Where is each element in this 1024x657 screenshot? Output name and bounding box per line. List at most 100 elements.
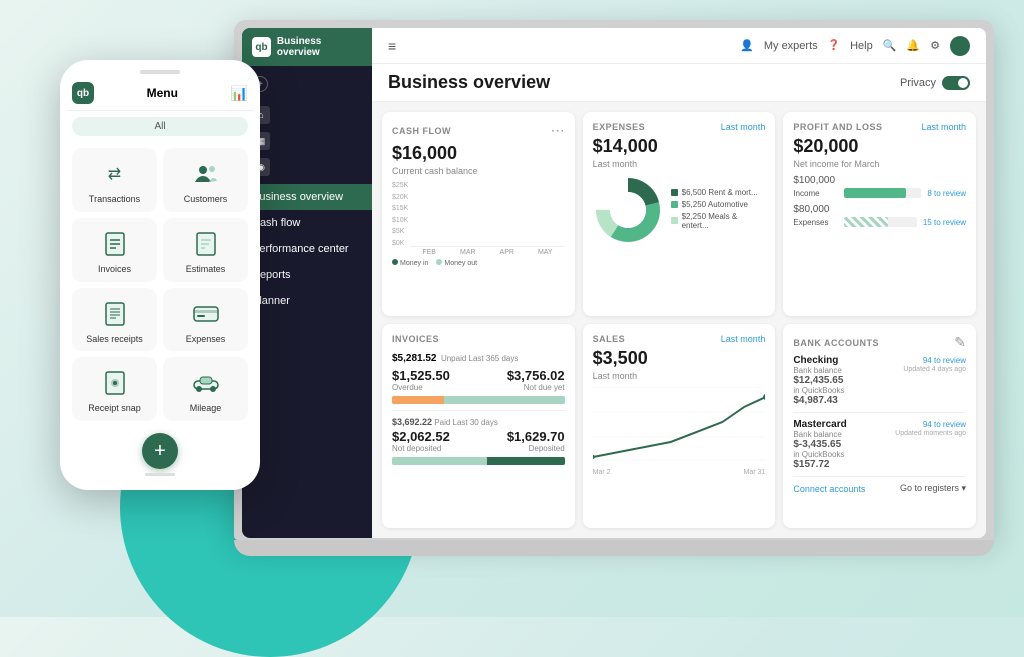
mastercard-qb-label: in QuickBooks xyxy=(793,450,844,459)
pnl-income-label: Income xyxy=(793,189,838,198)
hamburger-menu-icon[interactable]: ≡ xyxy=(388,38,396,54)
invoices-notdue-label: Not due yet xyxy=(507,383,565,392)
pnl-filter[interactable]: Last month xyxy=(921,122,966,132)
expenses-label: Expenses xyxy=(186,334,226,344)
customers-icon xyxy=(190,158,222,190)
phone-grid-invoices[interactable]: Invoices xyxy=(72,218,157,282)
pnl-expenses-review[interactable]: 15 to review xyxy=(923,218,966,227)
expenses-filter[interactable]: Last month xyxy=(721,122,766,132)
sidebar: qb Business overview + ⌂ ▦ ◉ Bu xyxy=(242,28,372,538)
pnl-income-fill xyxy=(844,188,906,198)
transactions-label: Transactions xyxy=(89,194,140,204)
transactions-icon: ⇄ xyxy=(99,158,131,190)
dashboard: CASH FLOW ⋯ $16,000 Current cash balance… xyxy=(372,102,986,538)
user-avatar[interactable] xyxy=(950,36,970,56)
bell-icon[interactable]: 🔔 xyxy=(906,39,920,52)
pnl-income-review[interactable]: 8 to review xyxy=(927,189,966,198)
bank-accounts-title: BANK ACCOUNTS xyxy=(793,338,879,348)
checking-review[interactable]: 94 to review xyxy=(923,356,966,365)
receipt-snap-icon xyxy=(99,367,131,399)
mastercard-review[interactable]: 94 to review xyxy=(923,420,966,429)
expenses-donut xyxy=(593,175,663,245)
invoices-paid-bar xyxy=(392,457,565,465)
sidebar-logo-title: Business overview xyxy=(277,36,362,58)
invoices-paid-bar-deposited xyxy=(487,457,565,465)
invoices-not-deposited-label: Not deposited xyxy=(392,444,450,453)
top-bar: ≡ 👤 My experts ❓ Help 🔍 🔔 ⚙ xyxy=(372,28,986,64)
expenses-content: $6,500 Rent & mort... $5,250 Automotive … xyxy=(593,175,766,245)
invoices-overdue-amount: $1,525.50 xyxy=(392,368,450,383)
phone-grid-customers[interactable]: Customers xyxy=(163,148,248,212)
pnl-expenses-fill xyxy=(844,217,888,227)
privacy-toggle[interactable]: Privacy xyxy=(900,76,970,90)
phone-fab-button[interactable]: + xyxy=(142,433,178,469)
cash-flow-bar-chart xyxy=(410,182,564,247)
sales-x-end: Mar 31 xyxy=(744,469,766,476)
phone-logo: qb xyxy=(72,82,94,104)
invoices-bar-notdue xyxy=(444,396,565,404)
pnl-expenses-label: Expenses xyxy=(793,218,838,227)
sidebar-item-business-overview[interactable]: Business overview xyxy=(242,184,372,210)
gear-icon[interactable]: ⚙ xyxy=(930,39,940,52)
invoices-bar-overdue xyxy=(392,396,444,404)
phone-grid-mileage[interactable]: Mileage xyxy=(163,357,248,421)
phone-grid-receipt-snap[interactable]: Receipt snap xyxy=(72,357,157,421)
connect-accounts-link[interactable]: Connect accounts xyxy=(793,484,865,494)
my-experts-icon: 👤 xyxy=(740,39,754,52)
pnl-title: PROFIT AND LOSS xyxy=(793,122,882,132)
pnl-expenses-track xyxy=(844,217,917,227)
checking-name: Checking xyxy=(793,355,838,366)
expenses-card: EXPENSES Last month $14,000 Last month xyxy=(583,112,776,316)
pnl-income-amount: $100,000 xyxy=(793,175,966,186)
phone-notch xyxy=(140,70,180,74)
mastercard-bank-balance: $-3,435.65 xyxy=(793,439,844,450)
invoices-paid-label: Paid Last 30 days xyxy=(434,418,498,427)
top-bar-left: ≡ xyxy=(388,38,396,54)
phone-grid-transactions[interactable]: ⇄ Transactions xyxy=(72,148,157,212)
toggle-track xyxy=(942,76,970,90)
phone-header: qb Menu 📊 xyxy=(66,82,254,111)
phone-grid-expenses[interactable]: Expenses xyxy=(163,288,248,352)
expenses-amount: $14,000 xyxy=(593,136,766,157)
sidebar-item-reports[interactable]: Reports xyxy=(242,262,372,288)
sidebar-item-cash-flow[interactable]: Cash flow xyxy=(242,210,372,236)
invoices-unpaid-label: Unpaid Last 365 days xyxy=(441,354,518,363)
pnl-amount: $20,000 xyxy=(793,136,966,157)
invoices-card: INVOICES $5,281.52 Unpaid Last 365 days xyxy=(382,324,575,528)
mastercard-bank-balance-label: Bank balance xyxy=(793,430,844,439)
search-icon[interactable]: 🔍 xyxy=(883,39,897,52)
my-experts-label[interactable]: My experts xyxy=(764,40,818,52)
invoices-unpaid-amount: $5,281.52 xyxy=(392,353,437,364)
bank-mastercard-section: Mastercard 94 to review Bank balance $-3… xyxy=(793,419,966,477)
sidebar-add-button[interactable]: + xyxy=(242,70,372,98)
bank-checking-section: Checking 94 to review Bank balance $12,4… xyxy=(793,355,966,413)
invoices-bar xyxy=(392,396,565,404)
invoices-notdue-amount: $3,756.02 xyxy=(507,368,565,383)
checking-qb-amount: $4,987.43 xyxy=(793,395,844,406)
customers-label: Customers xyxy=(184,194,228,204)
pnl-net-label: Net income for March xyxy=(793,159,966,169)
phone-grid-sales-receipts[interactable]: Sales receipts xyxy=(72,288,157,352)
sales-filter[interactable]: Last month xyxy=(721,334,766,344)
expenses-icon xyxy=(190,298,222,330)
go-registers-link[interactable]: Go to registers ▾ xyxy=(900,483,966,494)
bank-accounts-edit-icon[interactable]: ✎ xyxy=(954,334,966,351)
phone-app-grid: ⇄ Transactions Customers xyxy=(66,142,254,427)
mastercard-updated: Updated moments ago xyxy=(895,430,966,470)
cf-x-labels: FEBMARAPRMAY xyxy=(410,249,564,256)
phone-title: Menu xyxy=(147,86,178,100)
profit-loss-card: PROFIT AND LOSS Last month $20,000 Net i… xyxy=(783,112,976,316)
sales-subtitle: Last month xyxy=(593,371,766,381)
cf-y-axis: $25K$20K$15K$10K$5K$0K xyxy=(392,182,408,247)
help-label[interactable]: Help xyxy=(850,40,873,52)
estimates-icon xyxy=(190,228,222,260)
bank-actions: Connect accounts Go to registers ▾ xyxy=(793,483,966,494)
mileage-label: Mileage xyxy=(190,403,222,413)
estimates-label: Estimates xyxy=(186,264,226,274)
cash-flow-menu-icon[interactable]: ⋯ xyxy=(551,122,565,139)
sidebar-item-performance-center[interactable]: Performance center xyxy=(242,236,372,262)
phone-grid-estimates[interactable]: Estimates xyxy=(163,218,248,282)
invoices-card-title: INVOICES xyxy=(392,334,439,344)
sidebar-item-planner[interactable]: Planner xyxy=(242,288,372,314)
invoices-label: Invoices xyxy=(98,264,131,274)
